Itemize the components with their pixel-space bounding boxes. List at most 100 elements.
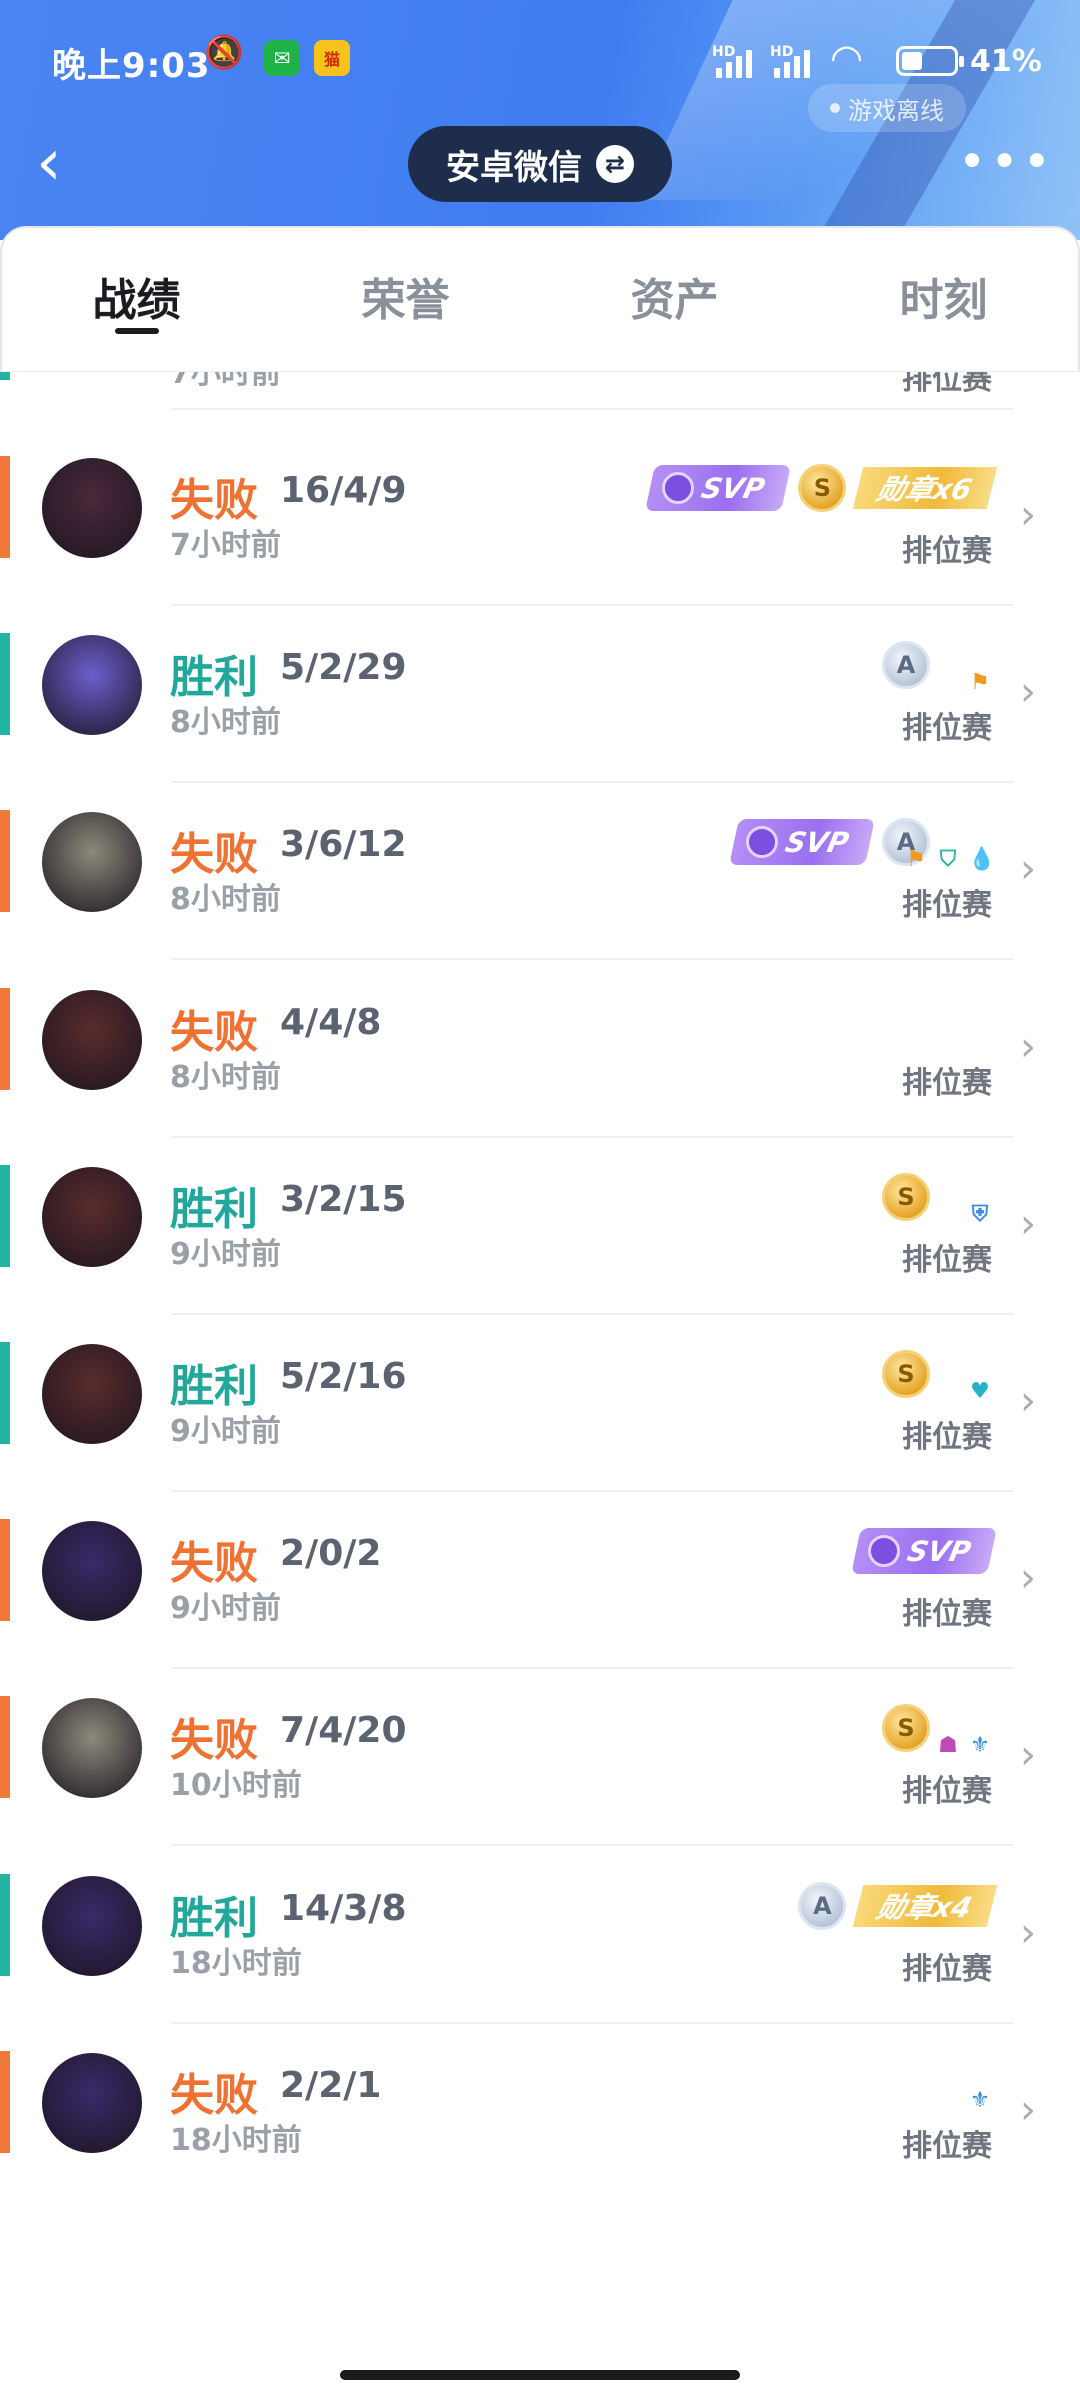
hero-avatar [42,1698,142,1799]
match-row[interactable]: 失败 3/6/12 8小时前 SVP A ⚑ ⛉ 💧 排位赛 › [0,810,1080,987]
tab-bar: 战绩 荣誉 资产 时刻 [0,226,1080,372]
heart-icon: ♥ [970,1379,990,1404]
medal-count-badge: 勋章x6 [853,467,998,509]
tab-moments[interactable]: 时刻 [809,228,1078,371]
battery-icon [896,46,964,76]
match-time-ago: 9小时前 [170,1414,281,1449]
row-divider [172,1490,1014,1492]
account-switch-pill[interactable]: 安卓微信 ⇄ [408,126,672,202]
match-row[interactable]: 胜利 5/2/29 8小时前 A ⚑ 排位赛 › [0,633,1080,810]
match-result: 胜利 [170,652,258,704]
match-time-ago: 7小时前 [170,528,281,563]
match-row[interactable]: 失败 7/4/20 10小时前 S ☗ ⚜ 排位赛 › [0,1696,1080,1873]
mute-bell-icon: 🔕 [204,33,244,71]
achievement-icons: ⛨ [968,1202,992,1227]
more-menu-button[interactable]: ••• [958,138,1055,186]
match-time-ago: 8小时前 [170,882,281,918]
svp-label: SVP [782,825,852,859]
tab-record[interactable]: 战绩 [2,228,271,371]
match-time-ago: 10小时前 [170,1768,302,1804]
a-rating-coin-icon: A [798,1881,847,1930]
match-result: 失败 [170,1538,258,1590]
match-badges: A 勋章x4 [798,1880,998,1932]
hero-avatar [42,2052,142,2153]
match-mode: 排位赛 [902,1597,992,1633]
header-banner: 晚上9:03 🔕 ✉ 猫 HD HD ◠ 41% 游戏离线 ‹ 安卓微信 ⇄ •… [0,0,1080,240]
match-row[interactable]: 胜利 14/3/8 18小时前 A 勋章x4 排位赛 › [0,1873,1080,2051]
achievement-icons: ⚜ [968,2088,992,2113]
row-divider [172,1135,1014,1138]
wechat-notification-icon: ✉ [264,40,300,76]
match-badges: S [882,1348,930,1400]
svp-label: SVP [904,1534,974,1568]
match-row[interactable]: 失败 4/4/8 8小时前 排位赛 › [0,987,1080,1165]
result-indicator-bar [0,1342,10,1444]
back-arrow-icon: ‹ [36,126,62,200]
tab-honor[interactable]: 荣誉 [271,228,540,371]
chevron-right-icon: › [1020,492,1036,538]
match-mode: 排位赛 [902,534,992,569]
chevron-right-icon: › [1020,1909,1036,1956]
result-indicator-bar [0,633,10,736]
match-time-ago: 18小时前 [170,2122,302,2158]
match-result: 胜利 [170,1361,258,1412]
row-divider [172,604,1014,606]
medal-count-label: 勋章x4 [873,1890,976,1924]
battery-percent: 41% [970,44,1042,79]
result-indicator-bar [0,987,10,1090]
svp-badge: SVP [645,465,792,511]
medal-count-label: 勋章x6 [873,473,976,506]
s-rating-coin-icon: S [882,1350,930,1398]
chevron-right-icon: › [1020,669,1036,716]
match-kda: 3/6/12 [280,824,407,866]
hero-avatar [42,458,142,558]
match-kda: 16/4/9 [280,470,407,511]
match-row[interactable]: 胜利 5/2/16 9小时前 S ♥ 排位赛 › [0,1342,1080,1519]
match-badges: SVP A [728,816,930,868]
match-row[interactable]: 失败 2/2/1 18小时前 ⚜ 排位赛 › [0,2050,1080,2228]
match-kda: 5/2/29 [280,647,407,689]
match-result: 胜利 [170,1892,258,1944]
match-mode: 排位赛 [902,1242,992,1278]
tab-assets[interactable]: 资产 [540,228,809,371]
match-row[interactable]: 失败 2/0/2 9小时前 SVP 排位赛 › [0,1519,1080,1696]
hero-avatar [42,635,142,736]
shield-icon: ⛉ [939,847,957,873]
offline-label: 游戏离线 [848,96,944,125]
back-button[interactable]: ‹ [36,128,96,198]
game-offline-badge: 游戏离线 [808,84,966,132]
svp-star-icon [662,472,695,504]
svp-label: SVP [698,471,768,505]
match-row[interactable]: 胜利 3/2/15 9小时前 S ⛨ 排位赛 › [0,1164,1080,1342]
match-badges: SVP [850,1525,997,1577]
flag-icon: ⚑ [970,670,990,696]
result-indicator-bar [0,2050,10,2153]
svp-badge: SVP [850,1528,997,1575]
home-indicator[interactable] [340,2370,740,2380]
match-time-ago: 9小时前 [170,1236,281,1272]
chevron-right-icon: › [1020,1023,1036,1070]
status-time: 晚上9:03 [52,46,211,86]
match-row[interactable]: 失败 16/4/9 7小时前 SVP S 勋章x6 排位赛 › [0,456,1080,633]
signal-bars-2-icon [774,44,810,78]
s-rating-coin-icon: S [882,1704,930,1753]
account-title: 安卓微信 [446,147,582,188]
match-kda: 5/2/16 [280,1356,407,1397]
match-badges: SVP S 勋章x6 [645,462,998,514]
svp-star-icon [867,1535,900,1568]
hero-avatar [42,1521,142,1622]
match-kda: 7/4/20 [280,1710,407,1752]
match-time-ago: 8小时前 [170,705,281,741]
svp-badge: SVP [728,819,875,866]
match-mode: 排位赛 [902,2128,992,2164]
match-mode: 排位赛 [902,1065,992,1101]
chevron-right-icon: › [1020,1378,1036,1424]
achievement-icons: ⚑ ⛉ 💧 [904,847,995,873]
medal-count-badge: 勋章x4 [853,1884,998,1927]
switch-arrows-icon: ⇄ [596,145,634,183]
match-kda: 14/3/8 [280,1887,407,1929]
result-indicator-bar [0,1696,10,1799]
result-indicator-bar [0,456,10,558]
hero-avatar [42,1344,142,1444]
match-mode: 排位赛 [902,888,992,924]
